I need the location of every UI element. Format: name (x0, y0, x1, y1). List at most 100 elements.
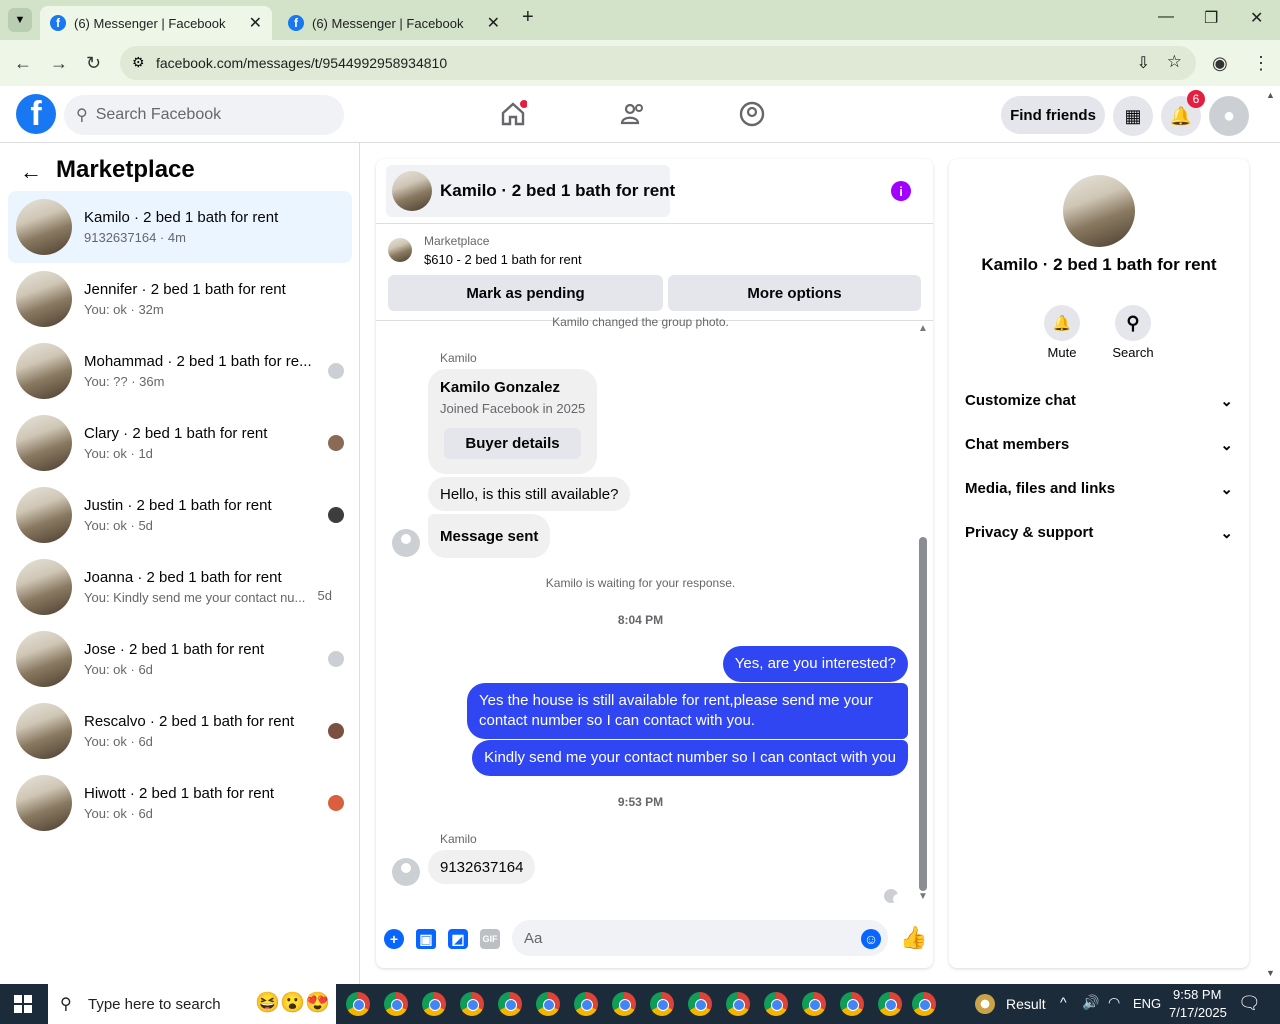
sticker-icon[interactable]: ◩ (448, 929, 468, 949)
listing-title[interactable]: $610 - 2 bed 1 bath for rent (424, 252, 582, 267)
mark-as-pending-button[interactable]: Mark as pending (388, 275, 663, 311)
add-attachment-icon[interactable]: + (384, 929, 404, 949)
windows-start-icon[interactable] (14, 995, 32, 1013)
chevron-down-icon: ⌄ (1220, 393, 1233, 410)
restore-icon[interactable]: ❐ (1204, 8, 1218, 28)
notification-center-icon[interactable]: 🗨 (1238, 993, 1261, 1014)
conversation-item[interactable]: Justin · 2 bed 1 bath for rent You: ok · … (8, 479, 352, 551)
close-tab-icon[interactable]: ✕ (487, 13, 500, 33)
read-receipt-avatar (328, 651, 344, 667)
find-friends-button[interactable]: Find friends (1001, 96, 1105, 134)
menu-kebab-icon[interactable]: ⋮ (1252, 53, 1270, 74)
listing-avatar (16, 631, 72, 687)
install-app-icon[interactable]: ⇩ (1137, 53, 1150, 73)
chrome-app-icon[interactable] (460, 992, 484, 1016)
chrome-app-icon[interactable] (840, 992, 864, 1016)
scroll-down-icon[interactable]: ▼ (918, 891, 928, 902)
back-icon[interactable]: ← (14, 53, 32, 74)
clock-time[interactable]: 9:58 PM (1173, 987, 1221, 1002)
profile-joined: Joined Facebook in 2025 (440, 401, 586, 416)
conversation-item[interactable]: Jose · 2 bed 1 bath for rent You: ok · 6d (8, 623, 352, 695)
bookmark-star-icon[interactable]: ☆ (1167, 52, 1182, 72)
facebook-logo-icon[interactable]: f (16, 94, 56, 134)
language-indicator[interactable]: ENG (1133, 996, 1161, 1011)
forward-icon[interactable]: → (50, 53, 68, 74)
buyer-details-button[interactable]: Buyer details (444, 428, 581, 459)
chrome-app-icon[interactable] (764, 992, 788, 1016)
conversation-preview: You: Kindly send me your contact nu... (84, 590, 306, 605)
account-avatar[interactable]: ● (1209, 96, 1249, 136)
volume-icon[interactable]: 🔊 (1082, 994, 1099, 1011)
address-bar[interactable]: ⚙ facebook.com/messages/t/95449929589348… (120, 46, 1196, 80)
conversation-item[interactable]: Joanna · 2 bed 1 bath for rent You: Kindl… (8, 551, 352, 623)
listing-avatar (16, 559, 72, 615)
emoji-icon[interactable]: ☺ (861, 929, 881, 949)
close-window-icon[interactable]: ✕ (1250, 8, 1263, 28)
soccer-ball-icon[interactable] (975, 994, 995, 1014)
media-files-links-section[interactable]: Media, files and links ⌄ (965, 480, 1233, 498)
new-tab-icon[interactable]: + (522, 6, 534, 29)
chrome-app-icon[interactable] (688, 992, 712, 1016)
page-scroll-up-icon[interactable]: ▲ (1266, 90, 1275, 100)
chrome-app-icon[interactable] (498, 992, 522, 1016)
search-facebook-input[interactable]: ⚲ Search Facebook (64, 95, 344, 135)
reload-icon[interactable]: ↻ (86, 53, 101, 74)
search-button[interactable]: ⚲ (1115, 305, 1151, 341)
privacy-support-section[interactable]: Privacy & support ⌄ (965, 524, 1233, 542)
conversation-item[interactable]: Mohammad · 2 bed 1 bath for re... You: ??… (8, 335, 352, 407)
site-info-icon[interactable]: ⚙ (132, 54, 145, 71)
taskbar-search-input[interactable]: ⚲ Type here to search 😆😮😍 (48, 984, 336, 1024)
chrome-app-icon[interactable] (536, 992, 560, 1016)
back-arrow-icon[interactable]: ← (20, 159, 42, 185)
minimize-icon[interactable]: — (1158, 8, 1174, 26)
conversation-item[interactable]: Kamilo · 2 bed 1 bath for rent 9132637164… (8, 191, 352, 263)
profile-icon[interactable]: ◉ (1212, 53, 1228, 74)
gif-icon[interactable]: GIF (480, 929, 500, 949)
listing-avatar (16, 271, 72, 327)
chat-scrollbar[interactable]: ▲ ▼ (918, 323, 928, 902)
tray-chevron-icon[interactable]: ^ (1060, 994, 1067, 1010)
info-icon[interactable]: i (891, 181, 911, 201)
more-options-button[interactable]: More options (668, 275, 921, 311)
chrome-app-icon[interactable] (346, 992, 370, 1016)
page-scroll-down-icon[interactable]: ▼ (1266, 968, 1275, 978)
photo-icon[interactable]: ▣ (416, 929, 436, 949)
conversation-item[interactable]: Rescalvo · 2 bed 1 bath for rent You: ok … (8, 695, 352, 767)
clock-date[interactable]: 7/17/2025 (1169, 1005, 1227, 1020)
url-text: facebook.com/messages/t/9544992958934810 (156, 55, 448, 71)
thumbs-up-icon[interactable]: 👍 (900, 925, 927, 951)
search-placeholder: Search Facebook (95, 106, 222, 123)
chrome-app-icon[interactable] (612, 992, 636, 1016)
home-icon[interactable] (499, 100, 527, 128)
mute-button[interactable]: 🔔 (1044, 305, 1080, 341)
conversation-name: Kamilo · 2 bed 1 bath for rent (84, 209, 279, 226)
friends-icon[interactable] (619, 100, 647, 128)
conversation-item[interactable]: Jennifer · 2 bed 1 bath for rent You: ok … (8, 263, 352, 335)
chrome-app-icon[interactable] (878, 992, 902, 1016)
customize-chat-section[interactable]: Customize chat ⌄ (965, 392, 1233, 410)
chrome-app-icon[interactable] (912, 992, 936, 1016)
chrome-app-icon[interactable] (802, 992, 826, 1016)
chrome-app-icon[interactable] (574, 992, 598, 1016)
browser-tab-1[interactable]: f (6) Messenger | Facebook ✕ (40, 6, 272, 40)
wifi-icon[interactable]: ◠ (1108, 994, 1120, 1011)
chat-members-section[interactable]: Chat members ⌄ (965, 436, 1233, 454)
chat-header[interactable]: Kamilo · 2 bed 1 bath for rent (386, 165, 675, 217)
chrome-app-icon[interactable] (726, 992, 750, 1016)
scrollbar-thumb[interactable] (919, 537, 927, 891)
chrome-app-icon[interactable] (384, 992, 408, 1016)
profile-card: Kamilo Gonzalez Joined Facebook in 2025 … (428, 369, 597, 474)
message-input[interactable]: Aa (512, 920, 888, 956)
groups-icon[interactable] (738, 100, 766, 128)
tab-search-button[interactable]: ▼ (8, 8, 32, 32)
conversation-preview: You: ok · 5d (84, 518, 153, 533)
conversation-item[interactable]: Clary · 2 bed 1 bath for rent You: ok · 1… (8, 407, 352, 479)
result-widget[interactable]: Result (1006, 996, 1046, 1012)
chrome-app-icon[interactable] (422, 992, 446, 1016)
browser-tab-2[interactable]: f (6) Messenger | Facebook ✕ (278, 6, 510, 40)
close-tab-icon[interactable]: ✕ (249, 13, 262, 33)
menu-grid-button[interactable]: ▦ (1113, 96, 1153, 136)
scroll-up-icon[interactable]: ▲ (918, 323, 928, 334)
conversation-item[interactable]: Hiwott · 2 bed 1 bath for rent You: ok · … (8, 767, 352, 839)
chrome-app-icon[interactable] (650, 992, 674, 1016)
